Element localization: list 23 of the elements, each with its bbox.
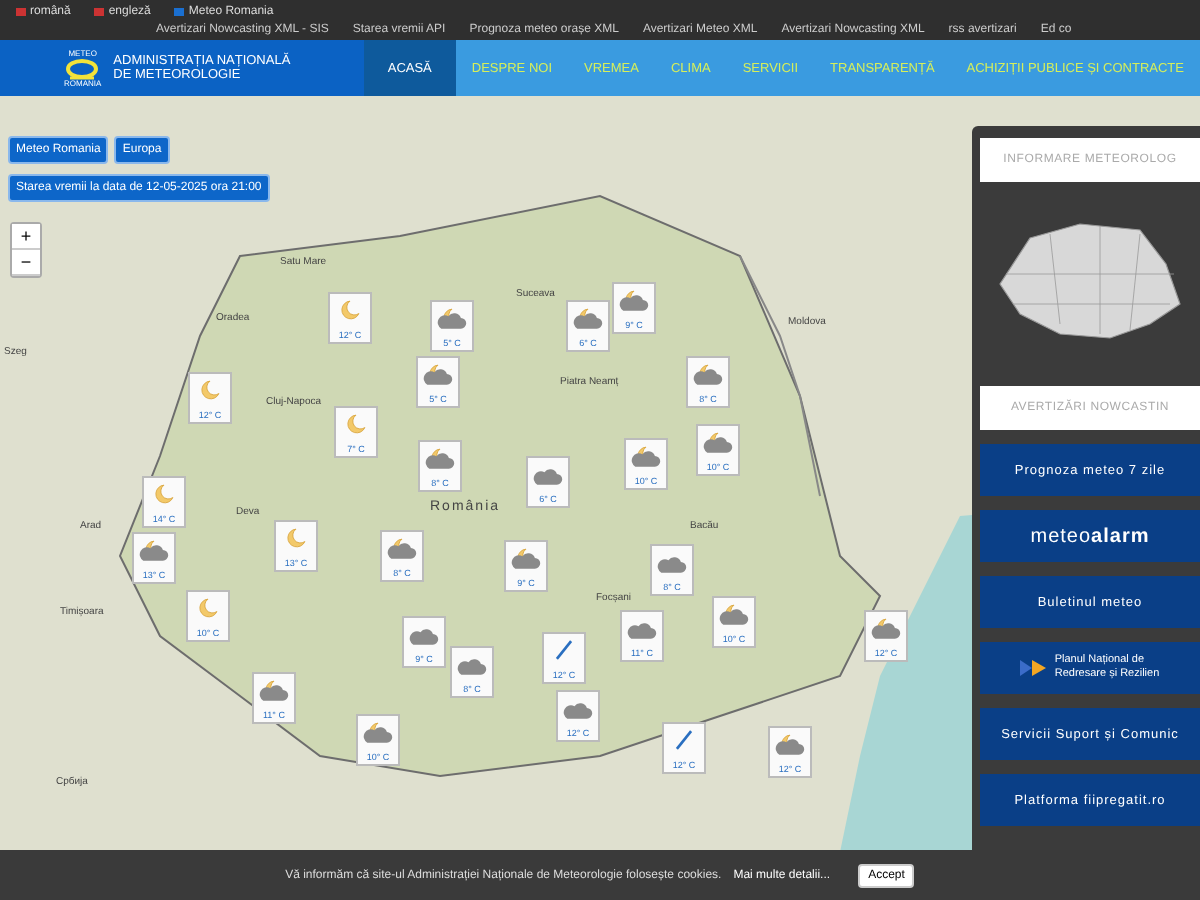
flag-icon — [16, 7, 26, 15]
cloud-moon-icon — [138, 536, 170, 564]
cloud-moon-icon — [424, 444, 456, 472]
cloud-moon-icon — [510, 544, 542, 572]
cloud-moon-icon — [774, 730, 806, 758]
cloud-moon-icon — [436, 304, 468, 332]
cloud-moon-icon — [692, 360, 724, 388]
cloud-moon-icon — [630, 442, 662, 470]
cloud-moon-icon — [870, 614, 902, 642]
zoom-in-button[interactable]: + — [12, 224, 40, 250]
meteoalarm-link[interactable]: meteoalarm — [980, 510, 1200, 562]
flag-icon — [174, 7, 185, 15]
logo-icon — [64, 57, 101, 79]
cloud-moon-icon — [258, 676, 290, 704]
cloud-moon-icon — [386, 534, 418, 562]
cloud-moon-icon — [572, 304, 604, 332]
cloud-moon-icon — [362, 718, 394, 746]
arrow-icon — [1020, 658, 1049, 678]
cloud-moon-icon — [422, 360, 454, 388]
flag-icon — [94, 7, 105, 15]
cloud-moon-icon — [618, 286, 650, 314]
cloud-moon-icon — [718, 600, 750, 628]
cloud-moon-icon — [702, 428, 734, 456]
